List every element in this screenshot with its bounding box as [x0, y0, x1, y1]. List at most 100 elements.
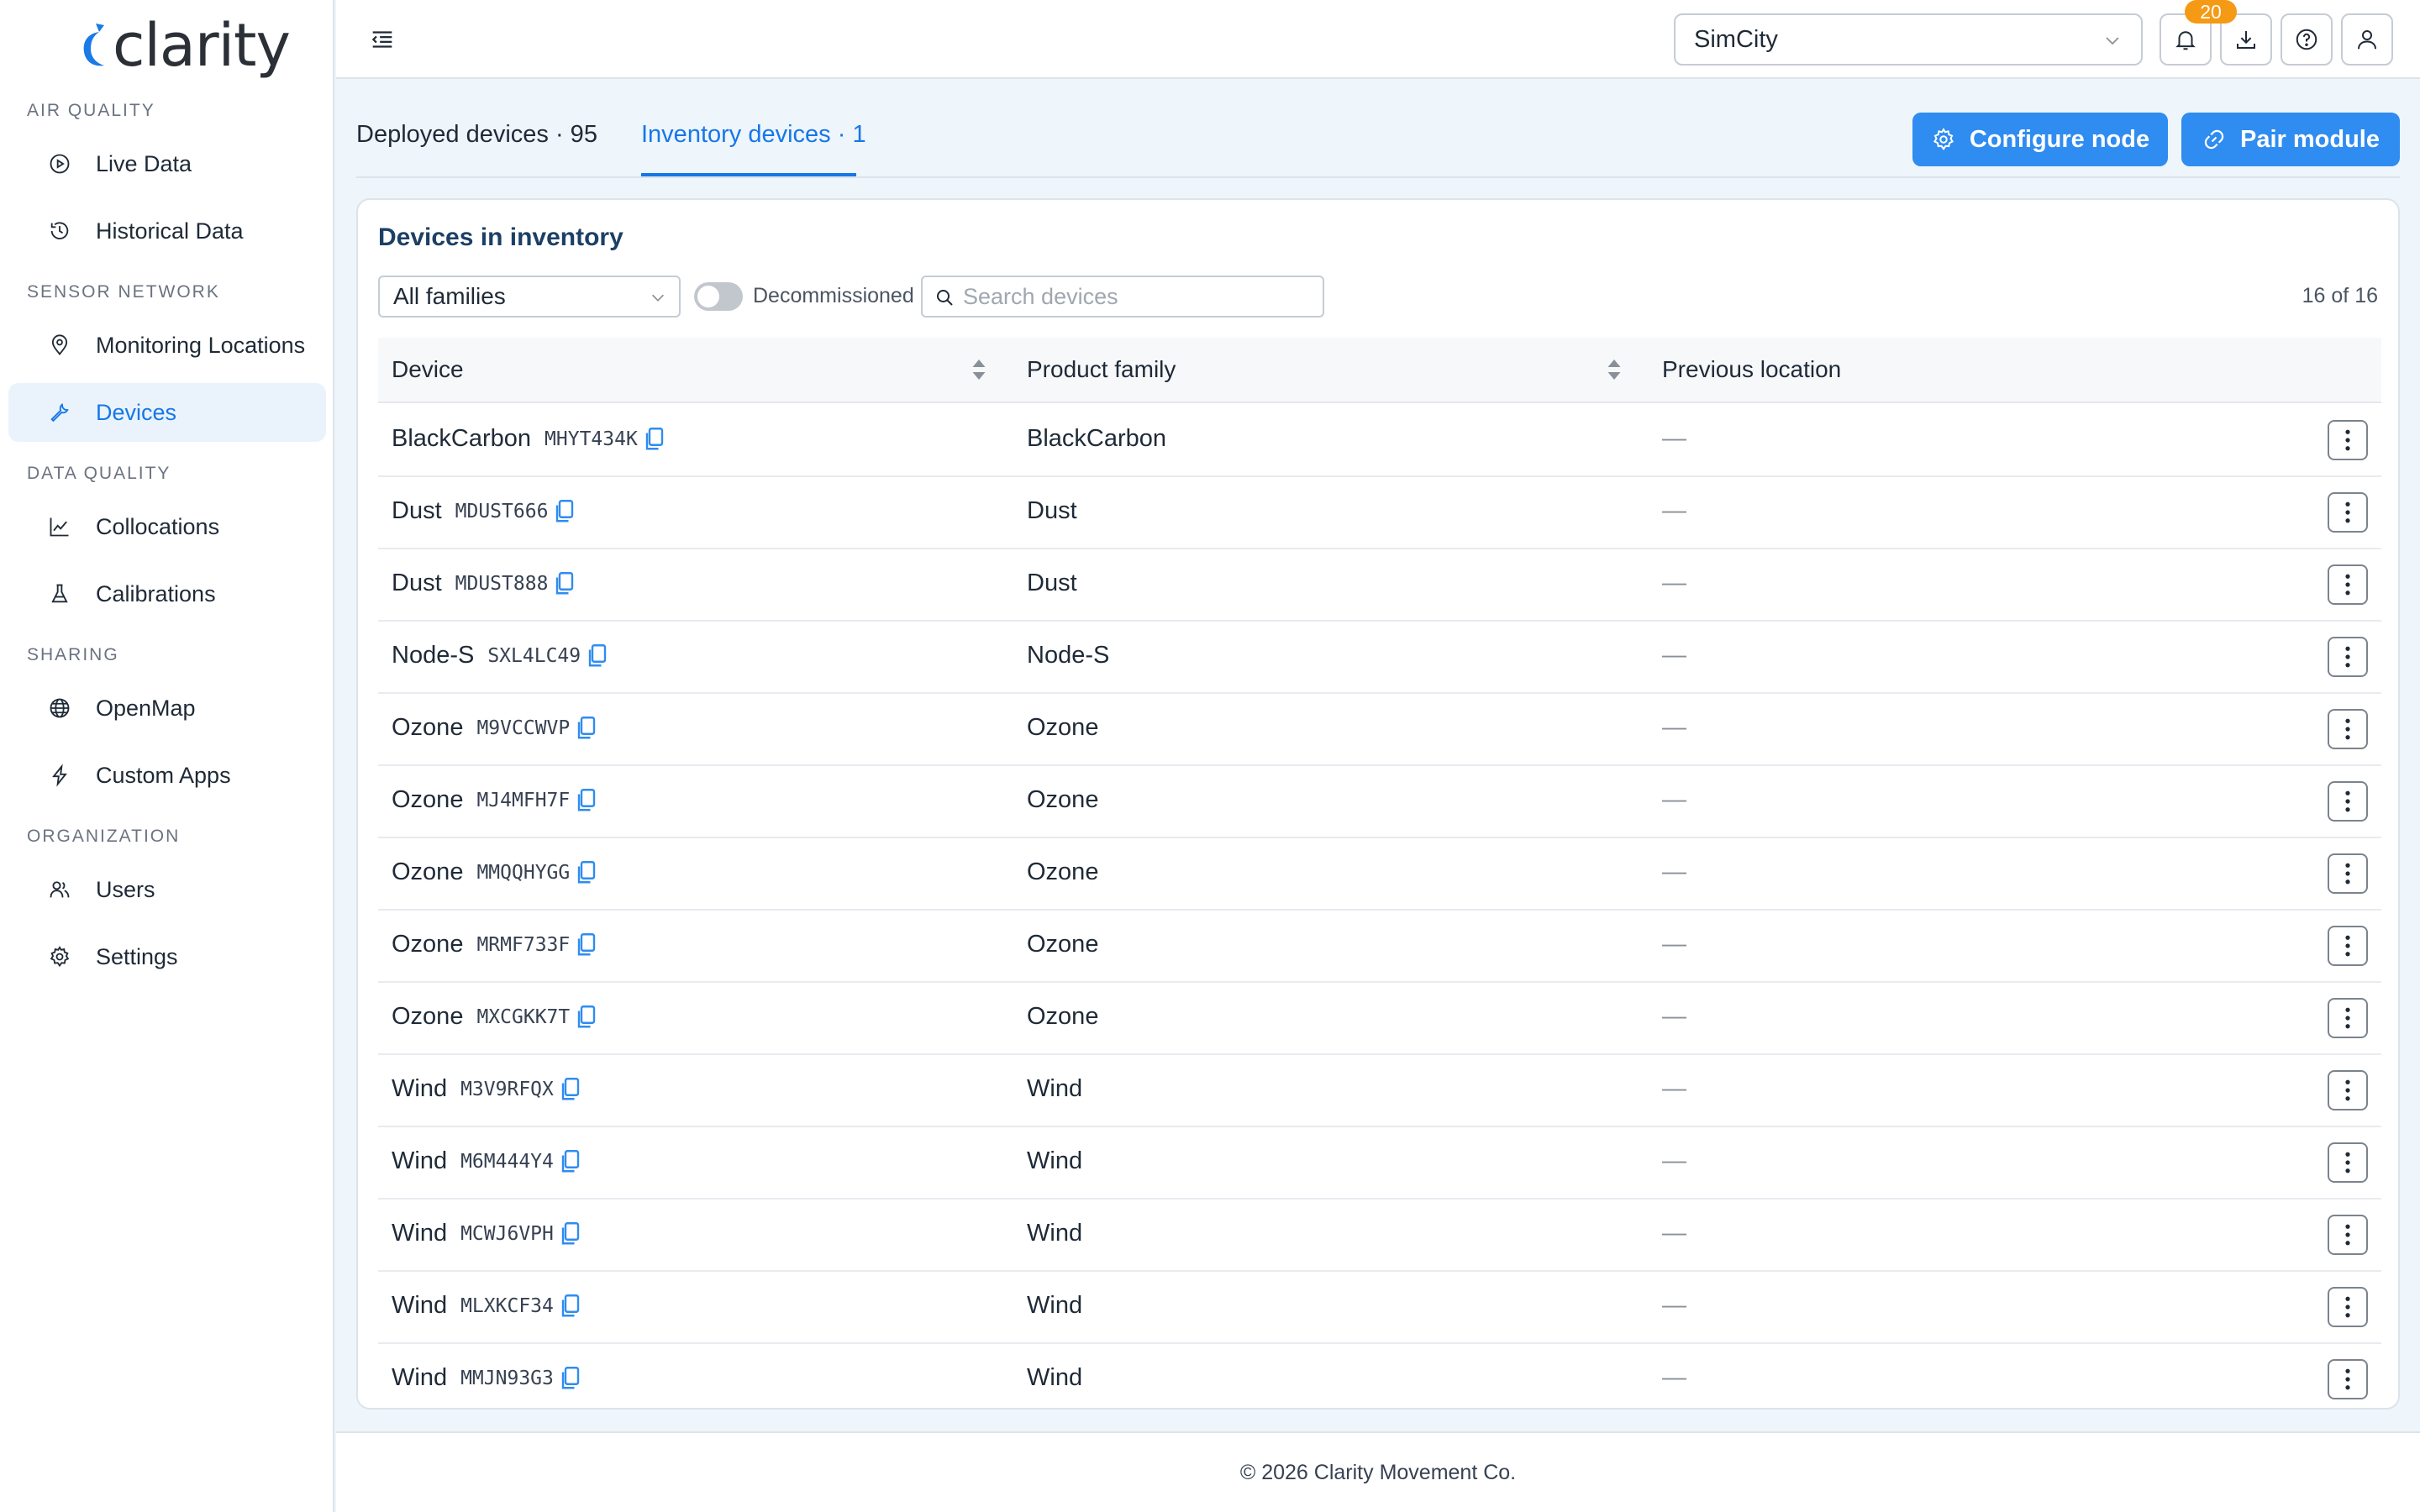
more-vertical-icon	[2345, 1007, 2350, 1029]
device-name: Ozone	[392, 1003, 464, 1030]
device-cell: Wind MLXKCF34	[392, 1292, 581, 1320]
user-menu-button[interactable]	[2341, 13, 2393, 66]
row-actions-button[interactable]	[2328, 1215, 2368, 1255]
tab-inventory-devices[interactable]: Inventory devices · 1	[641, 121, 866, 149]
row-actions-button[interactable]	[2328, 420, 2368, 460]
help-button[interactable]	[2281, 13, 2333, 66]
sidebar-item-custom-apps[interactable]: Custom Apps	[8, 746, 326, 805]
table-row[interactable]: Wind MLXKCF34 Wind —	[378, 1272, 2381, 1344]
copy-icon[interactable]	[560, 1294, 581, 1319]
more-vertical-icon	[2345, 935, 2350, 957]
row-actions-button[interactable]	[2328, 781, 2368, 822]
device-serial: MLXKCF34	[460, 1294, 554, 1317]
table-row[interactable]: Ozone MXCGKK7T Ozone —	[378, 983, 2381, 1055]
more-vertical-icon	[2345, 790, 2350, 812]
device-cell: BlackCarbon MHYT434K	[392, 425, 665, 453]
decommissioned-toggle[interactable]	[694, 282, 743, 311]
device-cell: Ozone M9VCCWVP	[392, 714, 597, 742]
device-serial: M9VCCWVP	[476, 717, 571, 739]
row-actions-button[interactable]	[2328, 1070, 2368, 1110]
device-cell: Ozone MMQQHYGG	[392, 858, 597, 886]
device-serial: MMQQHYGG	[476, 861, 571, 884]
search-input[interactable]	[963, 282, 1316, 311]
table-row[interactable]: Dust MDUST888 Dust —	[378, 549, 2381, 622]
row-actions-button[interactable]	[2328, 1142, 2368, 1183]
sidebar-item-label: Collocations	[96, 513, 220, 539]
tab-deployed-devices[interactable]: Deployed devices · 95	[356, 121, 597, 149]
section-label-data-quality: DATA QUALITY	[27, 464, 171, 483]
device-name: Wind	[392, 1292, 448, 1319]
table-row[interactable]: Wind M6M444Y4 Wind —	[378, 1127, 2381, 1200]
row-actions-button[interactable]	[2328, 853, 2368, 894]
previous-location-cell: —	[1662, 858, 1686, 885]
table-row[interactable]: Wind MCWJ6VPH Wind —	[378, 1200, 2381, 1272]
table-row[interactable]: Ozone MMQQHYGG Ozone —	[378, 838, 2381, 911]
row-actions-button[interactable]	[2328, 492, 2368, 533]
row-actions-button[interactable]	[2328, 926, 2368, 966]
table-row[interactable]: Ozone M9VCCWVP Ozone —	[378, 694, 2381, 766]
configure-node-button[interactable]: Configure node	[1912, 113, 2168, 166]
table-row[interactable]: Node-S SXL4LC49 Node-S —	[378, 622, 2381, 694]
column-header-device[interactable]: Device	[392, 356, 464, 383]
sidebar-item-historical-data[interactable]: Historical Data	[8, 202, 326, 260]
device-name: Ozone	[392, 714, 464, 741]
sidebar-item-users[interactable]: Users	[8, 860, 326, 919]
table-row[interactable]: Wind M3V9RFQX Wind —	[378, 1055, 2381, 1127]
sidebar-item-collocations[interactable]: Collocations	[8, 497, 326, 556]
logo-text: clarity	[113, 11, 291, 80]
collapse-sidebar-icon[interactable]	[368, 25, 397, 54]
row-actions-button[interactable]	[2328, 564, 2368, 605]
copy-icon[interactable]	[576, 788, 597, 813]
device-serial: MHYT434K	[544, 428, 638, 450]
copy-icon[interactable]	[644, 427, 665, 452]
product-family-cell: Ozone	[1027, 714, 1099, 741]
copy-icon[interactable]	[555, 499, 575, 524]
more-vertical-icon	[2345, 574, 2350, 596]
device-cell: Wind M6M444Y4	[392, 1147, 581, 1175]
bell-icon	[2175, 31, 2196, 50]
copy-icon[interactable]	[560, 1149, 581, 1174]
row-actions-button[interactable]	[2328, 1359, 2368, 1399]
row-actions-button[interactable]	[2328, 637, 2368, 677]
link-icon	[2204, 129, 2224, 150]
table-row[interactable]: Wind MMJN93G3 Wind —	[378, 1344, 2381, 1408]
device-cell: Ozone MJ4MFH7F	[392, 786, 597, 814]
wrench-icon	[47, 400, 72, 425]
row-actions-button[interactable]	[2328, 709, 2368, 749]
sidebar-item-live-data[interactable]: Live Data	[8, 134, 326, 193]
product-family-cell: Wind	[1027, 1147, 1083, 1174]
row-actions-button[interactable]	[2328, 1287, 2368, 1327]
organization-select[interactable]: SimCity	[1674, 13, 2143, 66]
sidebar-item-monitoring-locations[interactable]: Monitoring Locations	[8, 316, 326, 375]
copy-icon[interactable]	[555, 571, 575, 596]
table-row[interactable]: Ozone MRMF733F Ozone —	[378, 911, 2381, 983]
copy-icon[interactable]	[560, 1221, 581, 1247]
table-row[interactable]: Ozone MJ4MFH7F Ozone —	[378, 766, 2381, 838]
table-row[interactable]: Dust MDUST666 Dust —	[378, 477, 2381, 549]
copy-icon[interactable]	[576, 932, 597, 958]
table-row[interactable]: BlackCarbon MHYT434K BlackCarbon —	[378, 405, 2381, 477]
pair-module-button[interactable]: Pair module	[2181, 113, 2400, 166]
copy-icon[interactable]	[560, 1366, 581, 1391]
column-header-previous-location: Previous location	[1662, 356, 1842, 382]
copy-icon[interactable]	[560, 1077, 581, 1102]
copy-icon[interactable]	[587, 643, 608, 669]
product-family-filter[interactable]: All families	[378, 276, 681, 318]
sort-icon[interactable]	[971, 356, 986, 383]
sidebar-item-settings[interactable]: Settings	[8, 927, 326, 986]
sidebar-item-devices[interactable]: Devices	[8, 383, 326, 442]
row-actions-button[interactable]	[2328, 998, 2368, 1038]
previous-location-cell: —	[1662, 570, 1686, 596]
column-header-product-family[interactable]: Product family	[1027, 356, 1176, 383]
logo[interactable]: clarity	[76, 11, 291, 80]
device-name: Ozone	[392, 786, 464, 813]
copy-icon[interactable]	[576, 860, 597, 885]
copy-icon[interactable]	[576, 1005, 597, 1030]
sidebar-item-openmap[interactable]: OpenMap	[8, 679, 326, 738]
sort-icon[interactable]	[1607, 356, 1622, 383]
copy-icon[interactable]	[576, 716, 597, 741]
product-family-cell: Ozone	[1027, 931, 1099, 958]
more-vertical-icon	[2345, 646, 2350, 668]
sidebar-item-calibrations[interactable]: Calibrations	[8, 564, 326, 623]
search-box	[921, 276, 1324, 318]
